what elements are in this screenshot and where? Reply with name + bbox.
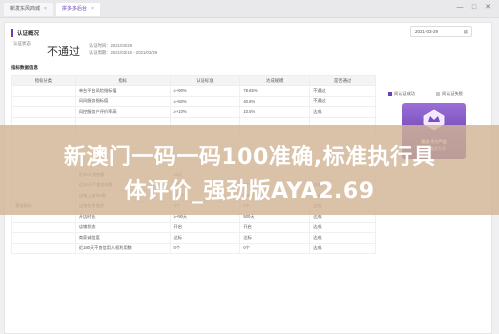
table-row: 单台平台风险指标值 ≥+90% 78.65% 不通过: [11, 85, 376, 97]
browser-tab-bar: 新发东风商城 × 拼多多后台 × — □ ✕: [0, 0, 499, 18]
col-category: 指标分类: [11, 75, 76, 86]
col-metric: 指标: [74, 75, 171, 86]
cell-standard: ≥+10%: [169, 106, 241, 118]
cell-category: [11, 242, 76, 254]
table-row: 风风服务指标值 ≥+50% 40.8% 不通过: [11, 95, 376, 107]
cell-metric: 近180天不良信用人权利用数: [74, 242, 171, 254]
tab-label: 拼多多后台: [62, 6, 88, 12]
close-icon[interactable]: ×: [91, 6, 94, 12]
status-value: 不通过: [47, 46, 80, 58]
cell-result: 达成: [309, 221, 376, 233]
table-row: 店铺状态 开启 开启 达成: [11, 221, 376, 233]
legend-swatch: [388, 91, 392, 96]
date-filter-input[interactable]: 2021-03-29 ▦: [410, 26, 472, 37]
cell-standard: 开启: [169, 221, 241, 233]
legend-fail: 同认证失败: [436, 91, 463, 97]
table-section-title: 指标数据信息: [11, 65, 38, 70]
cell-metric: 商家诚信度: [74, 232, 171, 244]
overlay-banner: 新澳门一码一码100准确,标准执行具 体评价_强劲版AYA2.69: [0, 125, 499, 215]
certification-status: 认证状态 不通过 认证时间：2021/03/29 认证周期：2021/03/16…: [11, 39, 475, 61]
cell-result: 达成: [309, 232, 376, 244]
col-result: 是否通过: [309, 75, 376, 86]
banner-line-1: 新澳门一码一码100准确,标准执行具: [63, 145, 436, 170]
table-row: 风控服务户评价率高 ≥+10% 10.5% 达成: [11, 106, 376, 118]
maximize-button[interactable]: □: [469, 3, 479, 13]
col-standard: 认证标准: [169, 75, 241, 86]
legend-swatch: [436, 91, 440, 96]
cell-category: [11, 232, 76, 244]
cell-metric: 店铺状态: [74, 221, 171, 233]
banner-line-2: 体评价_强劲版AYA2.69: [124, 179, 375, 204]
legend-label: 同认证成功: [394, 91, 415, 96]
cell-category: [11, 95, 76, 107]
cell-category: [11, 85, 76, 97]
section-title: 认证概况: [11, 29, 39, 37]
cert-time: 认证时间：2021/03/29: [89, 43, 132, 48]
cell-metric: 风控服务户评价率高: [74, 106, 171, 118]
cell-metric: 单台平台风险指标值: [74, 85, 171, 97]
cell-result: 不通过: [309, 95, 376, 107]
minimize-button[interactable]: —: [455, 3, 465, 13]
cell-standard: 0个: [169, 242, 241, 254]
close-icon[interactable]: ×: [44, 6, 47, 12]
cell-category: [11, 106, 76, 118]
cell-actual: 0个: [239, 242, 311, 254]
cell-category: [11, 221, 76, 233]
date-value: 2021-03-29: [415, 29, 439, 34]
cell-standard: ≥+50%: [169, 95, 241, 107]
calendar-icon: ▦: [463, 29, 468, 34]
cell-standard: ≥+90%: [169, 85, 241, 97]
table-header-row: 指标分类 指标 认证标准 达成规模 是否通过: [11, 75, 376, 86]
cell-result: 达成: [309, 106, 376, 118]
cell-result: 达成: [309, 242, 376, 254]
cell-metric: 风风服务指标值: [74, 95, 171, 107]
tab-label: 新发东风商城: [10, 6, 41, 12]
tab-store-home[interactable]: 新发东风商城 ×: [4, 3, 53, 16]
cert-period: 认证周期：2021/03/16 - 2021/03/29: [89, 50, 158, 55]
status-label: 认证状态: [13, 41, 31, 46]
close-window-button[interactable]: ✕: [483, 3, 493, 13]
cell-result: 不通过: [309, 85, 376, 97]
table-row: 近180天不良信用人权利用数 0个 0个 达成: [11, 242, 376, 254]
legend-pass: 同认证成功: [388, 91, 415, 97]
table-row: 商家诚信度 达标 达标 达成: [11, 232, 376, 244]
cell-actual: 40.8%: [239, 95, 311, 107]
tab-admin[interactable]: 拼多多后台 ×: [56, 3, 100, 16]
cell-standard: 达标: [169, 232, 241, 244]
cell-actual: 78.65%: [239, 85, 311, 97]
cell-actual: 10.5%: [239, 106, 311, 118]
legend-label: 同认证失败: [442, 91, 463, 96]
cell-actual: 开启: [239, 221, 311, 233]
cell-actual: 达标: [239, 232, 311, 244]
col-actual: 达成规模: [239, 75, 311, 86]
